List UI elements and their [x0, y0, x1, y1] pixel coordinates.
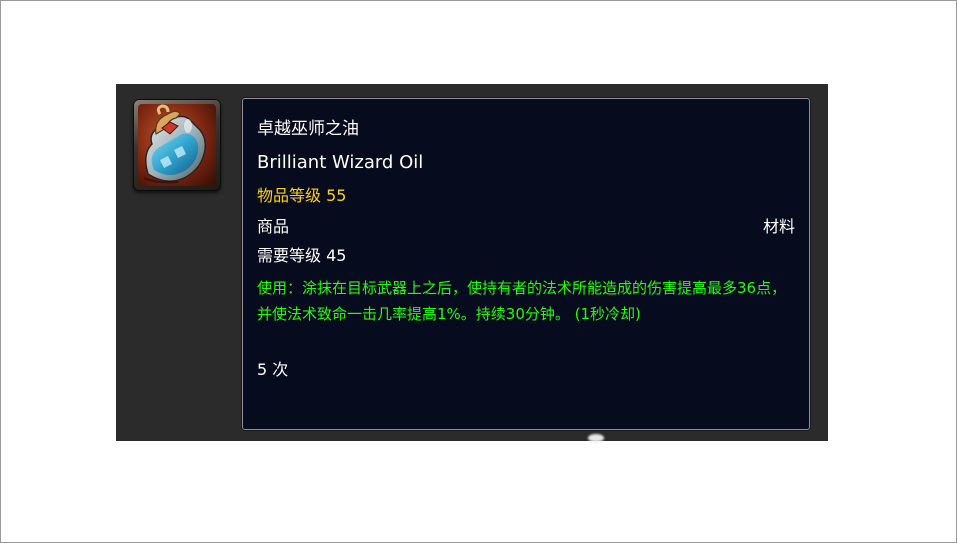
item-icon-frame[interactable]: [133, 99, 221, 191]
item-category: 商品: [257, 217, 290, 236]
tooltip-box: 卓越巫师之油 Brilliant Wizard Oil 物品等级 55 商品 材…: [242, 98, 810, 430]
item-name-en: Brilliant Wizard Oil: [257, 152, 424, 173]
wizard-oil-flask-icon: [138, 104, 216, 186]
item-tooltip-panel: 卓越巫师之油 Brilliant Wizard Oil 物品等级 55 商品 材…: [116, 84, 828, 441]
item-level: 物品等级 55: [257, 186, 347, 205]
item-name-cn: 卓越巫师之油: [257, 119, 359, 139]
item-subtype: 材料: [762, 217, 795, 236]
required-level: 需要等级 45: [257, 246, 347, 265]
use-effect-text: 使用：涂抹在目标武器上之后，使持有者的法术所能造成的伤害提高最多36点，并使法术…: [257, 279, 787, 323]
blur-artifact: [588, 434, 604, 442]
item-charges: 5 次: [257, 360, 289, 379]
